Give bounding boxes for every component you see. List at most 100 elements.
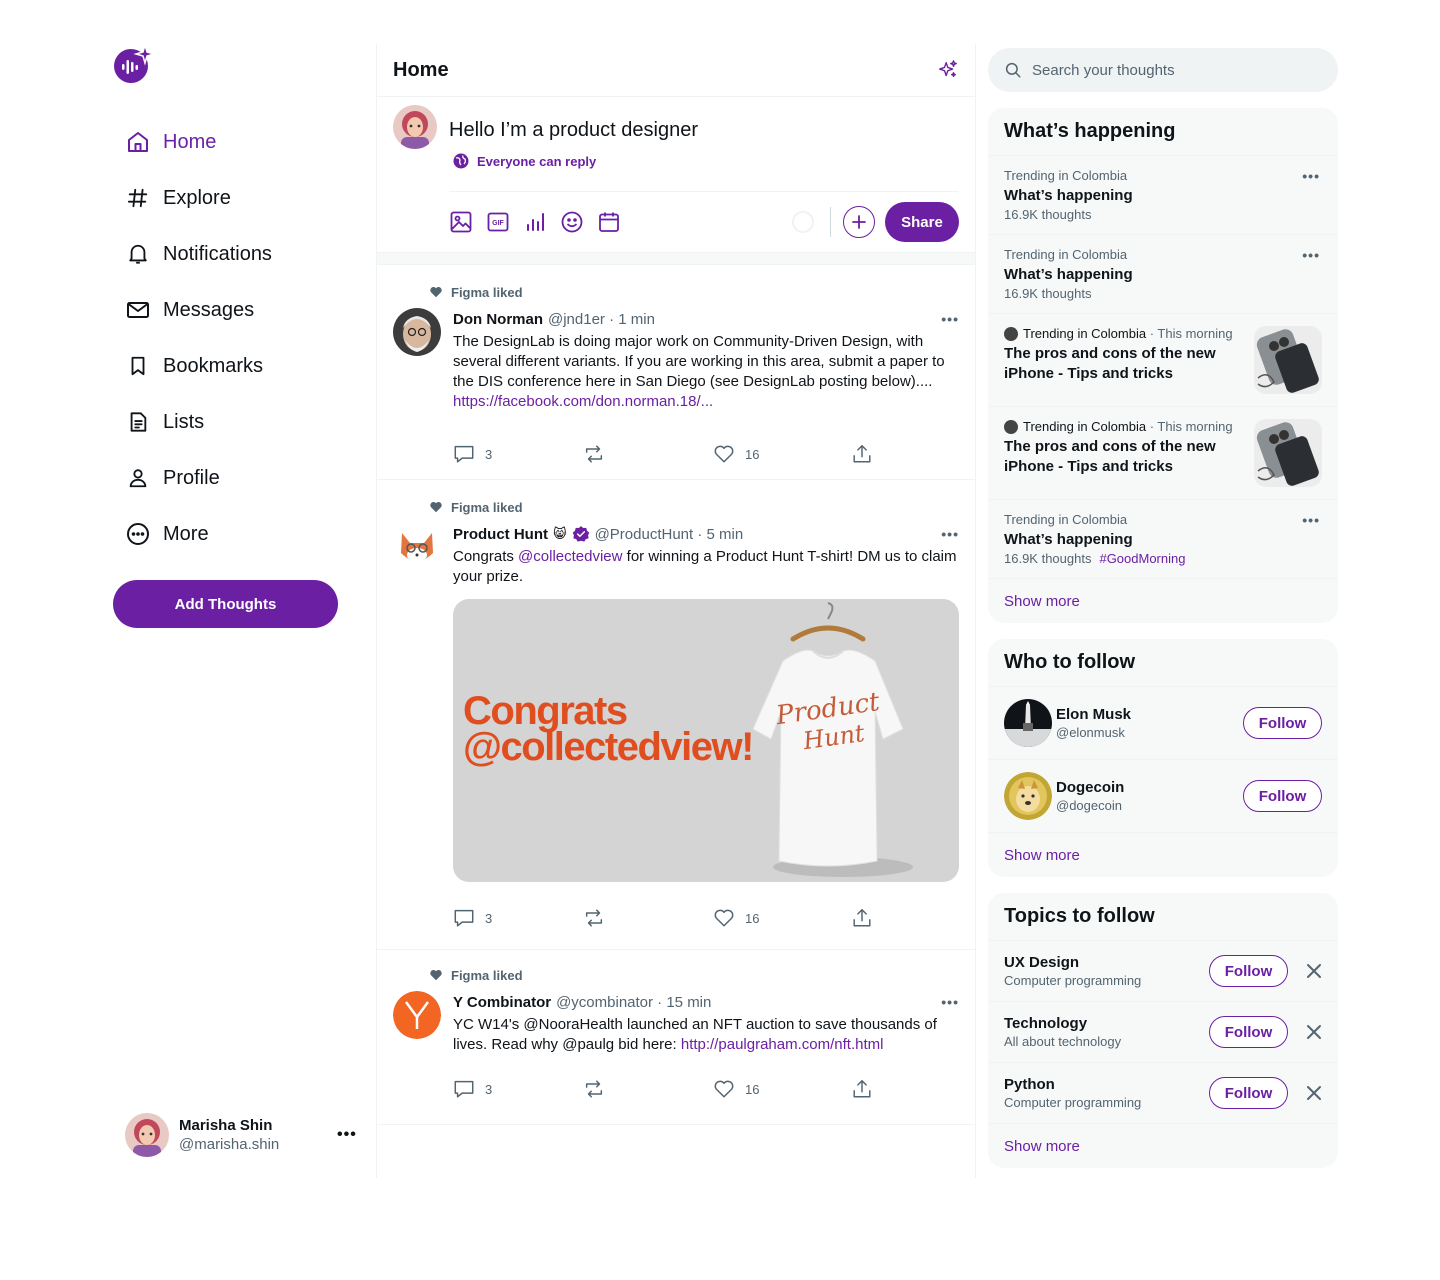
- emoji-icon[interactable]: [560, 204, 597, 241]
- follow-button[interactable]: Follow: [1243, 707, 1322, 739]
- gif-icon[interactable]: GIF: [486, 204, 523, 241]
- show-more-link[interactable]: Show more: [988, 833, 1338, 877]
- poll-icon[interactable]: [523, 204, 560, 241]
- add-thoughts-button[interactable]: Add Thoughts: [113, 580, 338, 628]
- account-switcher[interactable]: Marisha Shin @marisha.shin •••: [125, 1112, 357, 1158]
- trend-item[interactable]: Trending in Colombia · This morning The …: [988, 407, 1338, 500]
- topic-item[interactable]: Python Computer programming Follow: [988, 1063, 1338, 1124]
- trend-item[interactable]: Trending in Colombia What’s happening 16…: [988, 235, 1338, 314]
- nav-item-lists[interactable]: Lists: [113, 394, 353, 450]
- trend-item[interactable]: Trending in Colombia What’s happening 16…: [988, 500, 1338, 579]
- repost-icon: [585, 909, 603, 927]
- follow-button[interactable]: Follow: [1243, 780, 1322, 812]
- sparkle-icon[interactable]: [937, 59, 959, 81]
- trend-context: Trending in Colombia: [1004, 512, 1128, 527]
- svg-text:GIF: GIF: [492, 220, 504, 227]
- composer-input[interactable]: Hello I’m a product designer: [449, 119, 959, 143]
- more-dots-icon[interactable]: •••: [1302, 168, 1320, 184]
- follow-button[interactable]: Follow: [1209, 1016, 1288, 1048]
- topic-item[interactable]: Technology All about technology Follow: [988, 1002, 1338, 1063]
- show-more-link[interactable]: Show more: [988, 579, 1338, 623]
- avatar: [1004, 419, 1018, 434]
- reply-button[interactable]: 3: [453, 443, 583, 465]
- share-post-button[interactable]: [851, 1078, 873, 1100]
- bookmark-icon: [125, 353, 151, 379]
- post[interactable]: Figma liked Product Hunt 😸 @ProductHunt …: [377, 480, 975, 950]
- search-bar[interactable]: [988, 48, 1338, 92]
- verified-badge-icon: [572, 526, 589, 542]
- trend-title: What’s happening: [1004, 266, 1133, 283]
- post[interactable]: Figma liked Don Norman @jnd1er · 1 min •…: [377, 265, 975, 480]
- nav-item-explore[interactable]: Explore: [113, 170, 353, 226]
- add-thread-button[interactable]: [843, 206, 875, 238]
- post-text: Congrats @collectedview for winning a Pr…: [453, 547, 959, 587]
- post-body: Y Combinator @ycombinator · 15 min ••• Y…: [453, 991, 959, 1109]
- close-icon[interactable]: [1288, 1024, 1322, 1040]
- nav-item-notifications[interactable]: Notifications: [113, 226, 353, 282]
- app-logo[interactable]: [113, 44, 155, 86]
- post-link[interactable]: https://facebook.com/don.norman.18/...: [453, 393, 713, 410]
- topic-names: Python Computer programming: [1004, 1076, 1209, 1110]
- schedule-icon[interactable]: [597, 204, 634, 241]
- show-more-link[interactable]: Show more: [988, 1124, 1338, 1168]
- like-button[interactable]: 16: [713, 443, 843, 465]
- share-post-button[interactable]: [851, 443, 873, 465]
- nav-label: Home: [163, 130, 217, 153]
- follow-suggestion[interactable]: Elon Musk @elonmusk Follow: [988, 687, 1338, 760]
- close-icon[interactable]: [1288, 1085, 1322, 1101]
- follow-button[interactable]: Follow: [1209, 1077, 1288, 1109]
- more-dots-icon[interactable]: •••: [941, 311, 959, 327]
- close-icon[interactable]: [1288, 963, 1322, 979]
- share-post-button[interactable]: [851, 907, 873, 929]
- trend-context: Trending in Colombia: [1004, 247, 1128, 262]
- composer-actions: Share: [792, 202, 959, 242]
- post-author[interactable]: Don Norman: [453, 311, 543, 328]
- repost-button[interactable]: [583, 1078, 713, 1100]
- trend-item[interactable]: Trending in Colombia What’s happening 16…: [988, 156, 1338, 235]
- post-text: YC W14's @NooraHealth launched an NFT au…: [453, 1015, 959, 1055]
- post-image[interactable]: Congrats @collectedview! Product Hunt: [453, 599, 959, 882]
- hashtag-icon: [125, 185, 151, 211]
- more-dots-icon[interactable]: •••: [1302, 512, 1320, 528]
- post-author[interactable]: Y Combinator: [453, 994, 551, 1011]
- topic-item[interactable]: UX Design Computer programming Follow: [988, 941, 1338, 1002]
- more-dots-icon[interactable]: •••: [941, 994, 959, 1010]
- post-author[interactable]: Product Hunt: [453, 526, 548, 543]
- reply-button[interactable]: 3: [453, 907, 583, 929]
- reply-count: 3: [485, 1081, 493, 1097]
- more-dots-icon[interactable]: •••: [1302, 247, 1320, 263]
- reply-setting[interactable]: Everyone can reply: [449, 153, 959, 169]
- like-button[interactable]: 16: [713, 907, 843, 929]
- post[interactable]: Figma liked Y Combinator @ycombinator · …: [377, 950, 975, 1125]
- more-dots-icon[interactable]: •••: [941, 526, 959, 542]
- like-button[interactable]: 16: [713, 1078, 843, 1100]
- avatar[interactable]: [393, 523, 441, 571]
- nav-item-more[interactable]: More: [113, 506, 353, 562]
- repost-button[interactable]: [583, 907, 713, 929]
- avatar[interactable]: [393, 991, 441, 1039]
- image-icon[interactable]: [449, 204, 486, 241]
- like-count: 16: [745, 1081, 760, 1097]
- mention-link[interactable]: @collectedview: [518, 548, 622, 565]
- reply-button[interactable]: 3: [453, 1078, 583, 1100]
- nav-item-bookmarks[interactable]: Bookmarks: [113, 338, 353, 394]
- list-icon: [125, 409, 151, 435]
- repost-button[interactable]: [583, 443, 713, 465]
- nav-item-home[interactable]: Home: [113, 114, 353, 170]
- more-dots-icon[interactable]: •••: [337, 1126, 357, 1144]
- follow-button[interactable]: Follow: [1209, 955, 1288, 987]
- nav-item-profile[interactable]: Profile: [113, 450, 353, 506]
- post-header: Y Combinator @ycombinator · 15 min •••: [453, 991, 959, 1013]
- avatar[interactable]: [393, 308, 441, 356]
- share-button[interactable]: Share: [885, 202, 959, 242]
- nav-item-messages[interactable]: Messages: [113, 282, 353, 338]
- topics-card: Topics to follow UX Design Computer prog…: [988, 893, 1338, 1168]
- trend-hashtag[interactable]: #GoodMorning: [1099, 551, 1185, 566]
- post-link[interactable]: http://paulgraham.com/nft.html: [681, 1036, 884, 1053]
- card-title: What’s happening: [988, 108, 1338, 156]
- follow-suggestion[interactable]: Dogecoin @dogecoin Follow: [988, 760, 1338, 833]
- home-icon: [125, 129, 151, 155]
- search-input[interactable]: [1032, 61, 1312, 79]
- trend-item[interactable]: Trending in Colombia · This morning The …: [988, 314, 1338, 407]
- reply-count: 3: [485, 446, 493, 462]
